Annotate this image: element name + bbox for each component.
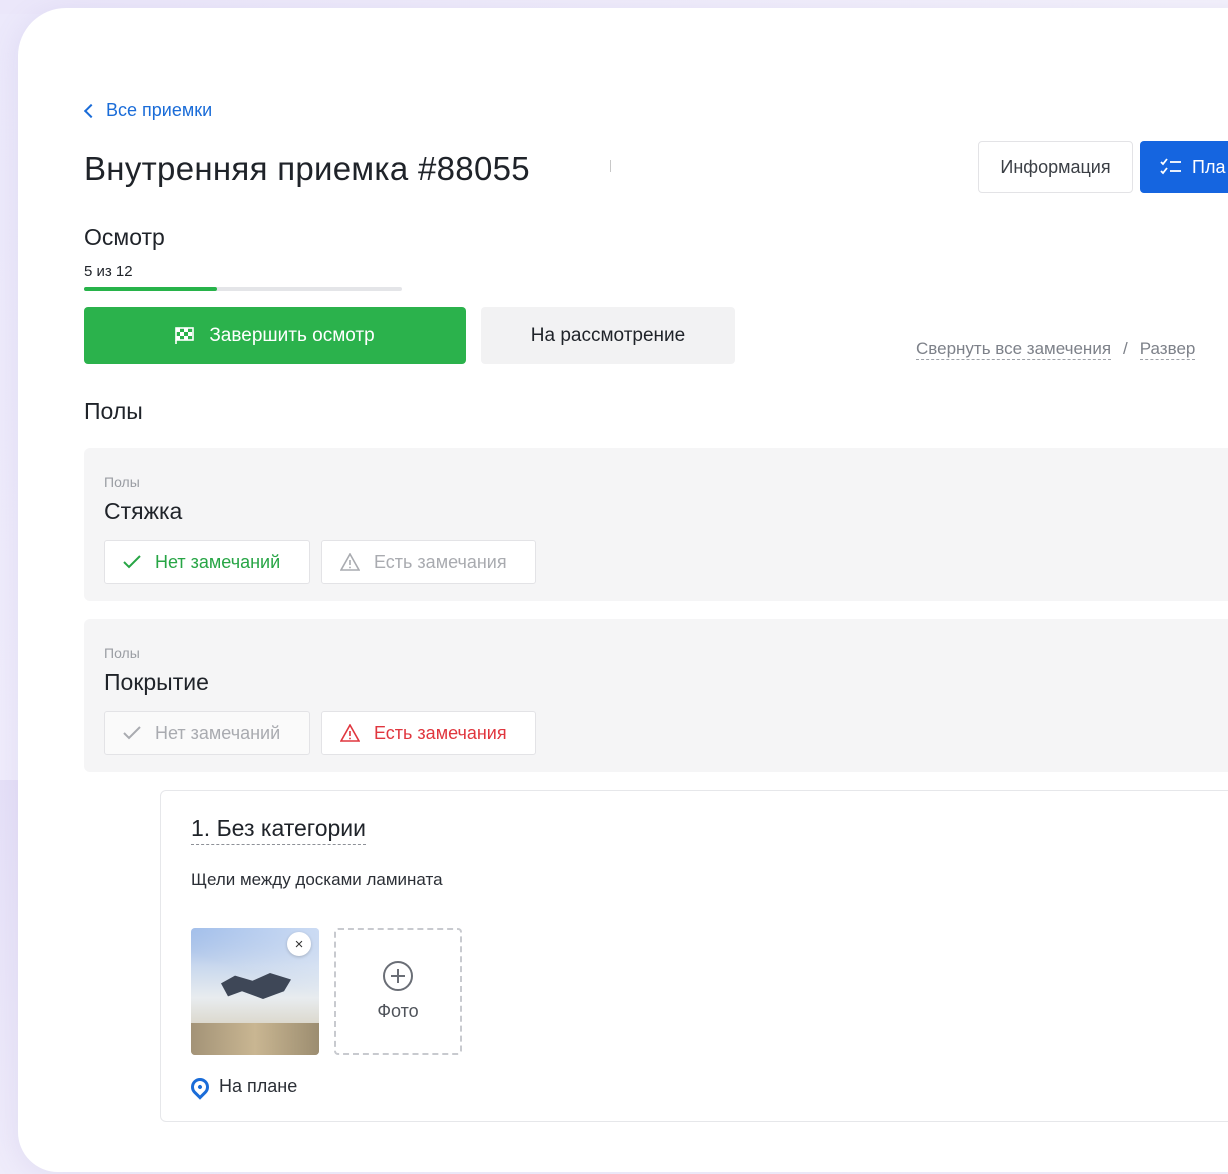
page-title: Внутренняя приемка #88055 xyxy=(84,150,530,187)
floors-heading: Полы xyxy=(84,398,143,424)
item-name: Покрытие xyxy=(104,669,209,695)
issue-photo[interactable]: × xyxy=(191,928,319,1055)
link-separator: / xyxy=(1123,339,1128,358)
check-item-screed: Полы Стяжка Нет замечаний Есть замечания xyxy=(84,448,1228,601)
photo-floor xyxy=(191,1023,319,1055)
finish-inspection-label: Завершить осмотр xyxy=(209,324,375,346)
plan-button[interactable]: Пла xyxy=(1140,141,1228,193)
flag-icon xyxy=(175,326,195,344)
has-issues-label: Есть замечания xyxy=(374,722,507,743)
close-icon[interactable]: × xyxy=(287,932,311,956)
progress-text: 5 из 12 xyxy=(84,263,133,280)
on-plan-label: На плане xyxy=(219,1076,298,1096)
title-divider xyxy=(610,160,611,172)
issue-category-title[interactable]: 1. Без категории xyxy=(191,815,366,845)
issue-description: Щели между досками ламината xyxy=(191,870,443,889)
item-category: Полы xyxy=(104,474,140,490)
warning-icon xyxy=(340,553,360,571)
send-to-review-button[interactable]: На рассмотрение xyxy=(481,307,735,364)
expand-all-link[interactable]: Развер xyxy=(1139,339,1196,360)
checklist-icon xyxy=(1160,158,1181,175)
collapse-expand-links: Свернуть все замечения / Развер xyxy=(916,339,1196,360)
check-item-flooring: Полы Покрытие Нет замечаний Есть замечан… xyxy=(84,619,1228,772)
progress-bar-fill xyxy=(84,287,217,291)
no-issues-label: Нет замечаний xyxy=(155,722,281,743)
has-issues-button[interactable]: Есть замечания xyxy=(321,711,536,755)
warning-icon xyxy=(340,724,360,742)
no-issues-button[interactable]: Нет замечаний xyxy=(104,711,310,755)
has-issues-button[interactable]: Есть замечания xyxy=(321,540,536,584)
location-pin-icon xyxy=(187,1073,213,1100)
check-icon xyxy=(123,555,141,569)
add-photo-label: Фото xyxy=(377,1001,419,1021)
back-link[interactable]: Все приемки xyxy=(83,100,213,121)
no-issues-button[interactable]: Нет замечаний xyxy=(104,540,310,584)
item-category: Полы xyxy=(104,645,140,661)
finish-inspection-button[interactable]: Завершить осмотр xyxy=(84,307,466,364)
item-name: Стяжка xyxy=(104,498,183,524)
add-photo-button[interactable]: Фото xyxy=(334,928,462,1055)
on-plan-link[interactable]: На плане xyxy=(187,1073,298,1100)
back-link-label: Все приемки xyxy=(106,100,213,120)
progress-bar xyxy=(84,287,402,291)
inspection-title: Осмотр xyxy=(84,224,165,250)
no-issues-label: Нет замечаний xyxy=(155,551,281,572)
info-button[interactable]: Информация xyxy=(978,141,1133,193)
issue-card: 1. Без категории Щели между досками лами… xyxy=(160,790,1228,1122)
plan-button-label: Пла xyxy=(1192,156,1226,177)
chevron-left-icon xyxy=(83,103,99,118)
main-card: Все приемки Внутренняя приемка #88055 Ин… xyxy=(18,8,1228,1172)
has-issues-label: Есть замечания xyxy=(374,551,507,572)
plus-circle-icon xyxy=(383,961,413,991)
check-icon xyxy=(123,726,141,740)
collapse-all-link[interactable]: Свернуть все замечения xyxy=(916,339,1112,360)
